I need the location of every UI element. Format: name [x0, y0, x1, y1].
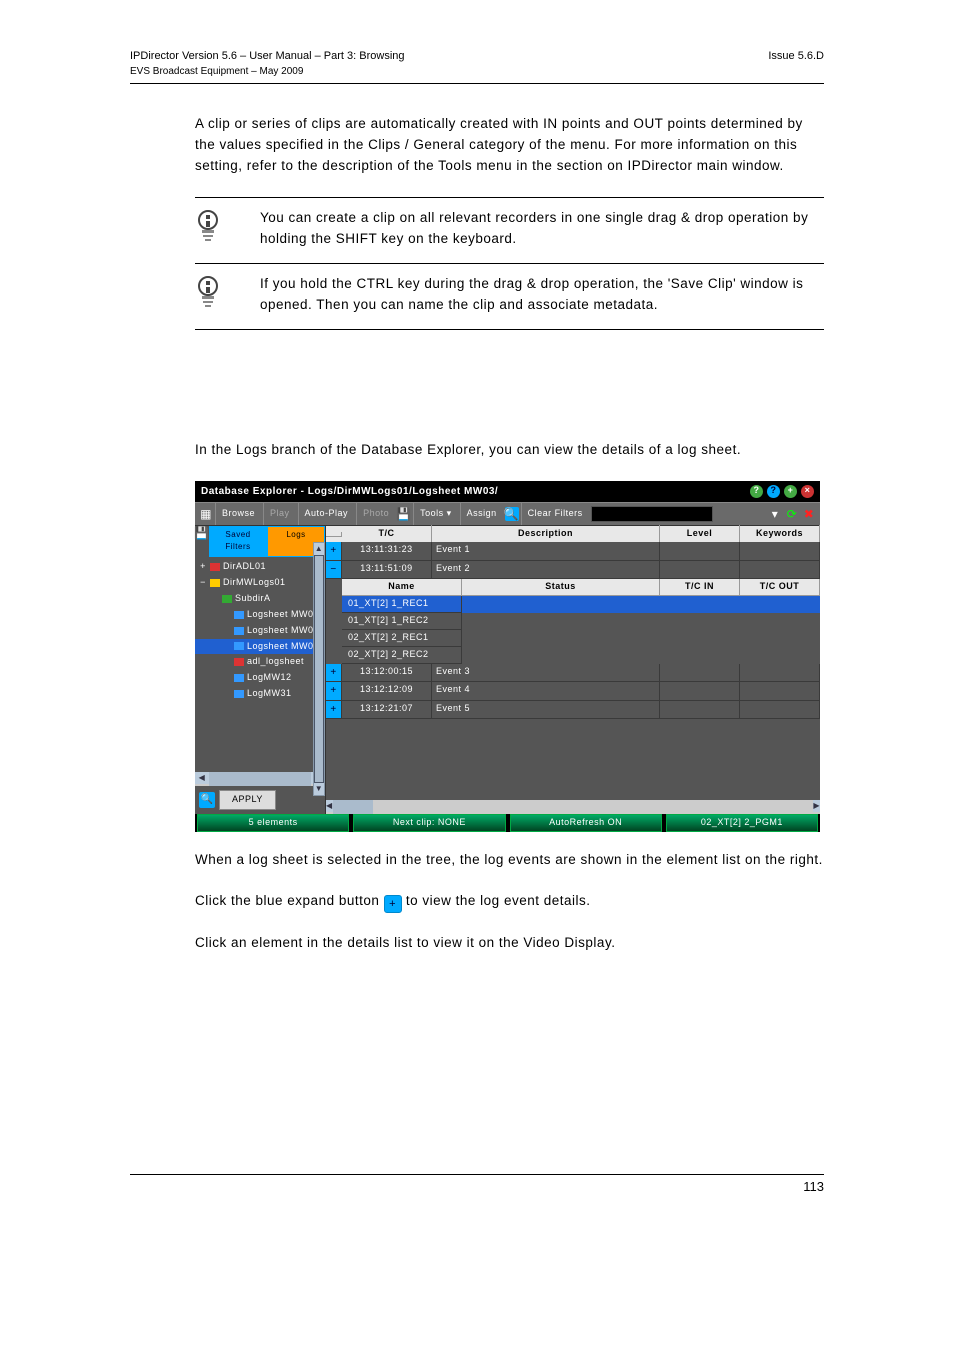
help-icon[interactable]: ?	[750, 485, 763, 498]
para-p4: Click the blue expand button + to view t…	[195, 891, 824, 914]
sub-row[interactable]: 01_XT[2] 1_REC1	[342, 596, 820, 613]
apply-search-icon[interactable]: 🔍	[199, 792, 215, 808]
sub-row[interactable]: 02_XT[2] 2_REC1	[342, 630, 820, 647]
note-text-1: You can create a clip on all relevant re…	[235, 208, 824, 250]
filter-input[interactable]	[591, 506, 713, 522]
col-tc[interactable]: T/C	[342, 525, 432, 544]
note-block-2: If you hold the CTRL key during the drag…	[195, 274, 824, 330]
sub-row[interactable]: 01_XT[2] 1_REC2	[342, 613, 820, 630]
note-icon	[195, 274, 235, 317]
col-expand	[326, 532, 342, 537]
grid-row[interactable]: 13:11:31:23Event 1	[326, 542, 820, 561]
tree-item[interactable]: LogMW12	[195, 670, 325, 686]
tree-vscroll[interactable]: ▲ ▼	[313, 542, 325, 796]
expand-button[interactable]	[326, 542, 342, 561]
maximize-icon[interactable]: +	[784, 485, 797, 498]
tree-panel: 💾 Saved Filters Logs +DirADL01−DirMWLogs…	[195, 526, 326, 814]
grid-row[interactable]: 13:11:51:09Event 2	[326, 561, 820, 580]
status-refresh: AutoRefresh ON	[510, 814, 662, 832]
status-elements: 5 elements	[197, 814, 349, 832]
expand-icon-inline: +	[384, 895, 402, 913]
tree-item[interactable]: Logsheet MW03	[195, 639, 325, 655]
sub-row[interactable]: 02_XT[2] 2_REC2	[342, 647, 820, 664]
save-icon[interactable]: 💾	[397, 507, 411, 521]
assign-button[interactable]: Assign	[460, 503, 503, 525]
toolbar-icon-1[interactable]: ▦	[199, 507, 213, 521]
window-title: Database Explorer - Logs/DirMWLogs01/Log…	[201, 484, 498, 500]
note-block-1: You can create a clip on all relevant re…	[195, 197, 824, 264]
play-button[interactable]: Play	[263, 503, 296, 525]
tree-item[interactable]: Logsheet MW02	[195, 623, 325, 639]
footer-rule	[130, 1174, 824, 1175]
status-next: Next clip: NONE	[353, 814, 505, 832]
tree-item[interactable]: SubdirA	[195, 591, 325, 607]
tree-item[interactable]: −DirMWLogs01	[195, 575, 325, 591]
tree-hscroll[interactable]: ◀ ▶	[195, 772, 325, 786]
search-icon[interactable]: 🔍	[505, 507, 519, 521]
expand-button[interactable]	[326, 682, 342, 701]
para-intro: A clip or series of clips are automatica…	[195, 114, 824, 177]
tools-menu[interactable]: Tools ▾	[413, 503, 458, 525]
para-p3: When a log sheet is selected in the tree…	[195, 850, 824, 871]
col-level[interactable]: Level	[660, 525, 740, 544]
header-right: Issue 5.6.D	[768, 50, 824, 62]
grid-row[interactable]: 13:12:21:07Event 5	[326, 701, 820, 720]
tree-item[interactable]: Logsheet MW01	[195, 607, 325, 623]
tree-tab-saved[interactable]: Saved Filters	[209, 526, 267, 557]
grid-hscroll[interactable]: ◀ ▶	[326, 800, 820, 814]
grid-panel: T/C Description Level Keywords 13:11:31:…	[326, 526, 820, 814]
expand-button[interactable]	[326, 701, 342, 720]
tree-item[interactable]: +DirADL01	[195, 559, 325, 575]
browse-button[interactable]: Browse	[215, 503, 261, 525]
sub-header: NameStatusT/C INT/C OUT	[342, 579, 820, 596]
note-text-2: If you hold the CTRL key during the drag…	[235, 274, 824, 316]
col-desc[interactable]: Description	[432, 525, 660, 544]
tree-item[interactable]: LogMW31	[195, 686, 325, 702]
header-rule	[130, 83, 824, 84]
expand-button[interactable]	[326, 561, 342, 580]
page-number: 113	[803, 1179, 824, 1194]
tree-item[interactable]: adl_logsheet	[195, 654, 325, 670]
col-keywords[interactable]: Keywords	[740, 525, 820, 544]
status-pgm: 02_XT[2] 2_PGM1	[666, 814, 818, 832]
cancel-icon[interactable]: ✖	[802, 507, 816, 521]
dropdown-icon[interactable]: ▾	[768, 507, 782, 521]
tree-save-icon[interactable]: 💾	[195, 526, 209, 540]
clear-filters-button[interactable]: Clear Filters	[521, 503, 589, 525]
database-explorer-screenshot: Database Explorer - Logs/DirMWLogs01/Log…	[195, 481, 820, 833]
refresh-icon[interactable]: ⟳	[785, 507, 799, 521]
grid-row[interactable]: 13:12:12:09Event 4	[326, 682, 820, 701]
note-icon	[195, 208, 235, 251]
photo-button[interactable]: Photo	[356, 503, 395, 525]
apply-button[interactable]: APPLY	[219, 790, 276, 810]
autoplay-button[interactable]: Auto-Play	[298, 503, 355, 525]
header-sub: EVS Broadcast Equipment – May 2009	[130, 66, 824, 77]
close-icon[interactable]: ×	[801, 485, 814, 498]
minimize-icon[interactable]: ?	[767, 485, 780, 498]
para-logs-intro: In the Logs branch of the Database Explo…	[195, 440, 824, 461]
para-p5: Click an element in the details list to …	[195, 933, 824, 954]
header-left: IPDirector Version 5.6 – User Manual – P…	[130, 50, 405, 62]
expand-button[interactable]	[326, 664, 342, 683]
grid-row[interactable]: 13:12:00:15Event 3	[326, 664, 820, 683]
